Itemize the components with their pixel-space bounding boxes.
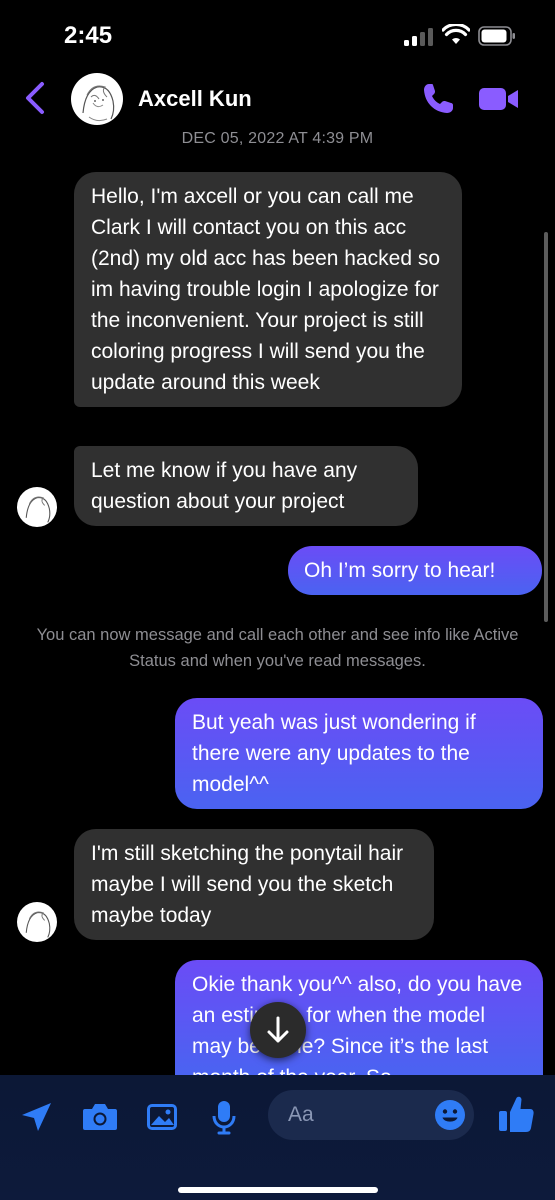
scrollbar[interactable] xyxy=(544,232,548,622)
status-bar: 2:45 xyxy=(0,0,555,70)
home-indicator xyxy=(178,1187,378,1193)
contact-avatar-small[interactable] xyxy=(17,487,57,527)
battery-icon xyxy=(478,26,515,46)
scroll-to-bottom-button[interactable] xyxy=(250,1002,306,1058)
message-bubble-outgoing[interactable]: Okie thank you^^ also, do you have an es… xyxy=(175,960,543,1075)
location-arrow-icon[interactable] xyxy=(18,1097,54,1137)
message-composer xyxy=(0,1075,555,1200)
contact-name[interactable]: Axcell Kun xyxy=(138,86,252,112)
message-input-pill[interactable] xyxy=(268,1090,474,1140)
status-time: 2:45 xyxy=(64,22,113,49)
date-divider: DEC 05, 2022 AT 4:39 PM xyxy=(181,130,374,147)
conversation-header: Axcell Kun xyxy=(0,70,555,130)
message-bubble-incoming[interactable]: I'm still sketching the ponytail hair ma… xyxy=(74,829,434,940)
audio-call-icon[interactable] xyxy=(420,81,456,117)
thumbs-up-icon[interactable] xyxy=(496,1093,536,1137)
arrow-down-icon xyxy=(267,1016,289,1043)
video-call-icon[interactable] xyxy=(478,84,520,114)
contact-avatar-small[interactable] xyxy=(17,902,57,942)
system-notice: You can now message and call each other … xyxy=(36,626,519,670)
message-bubble-outgoing[interactable]: But yeah was just wondering if there wer… xyxy=(175,698,543,809)
contact-avatar[interactable] xyxy=(71,73,123,125)
anime-sketch-avatar-icon xyxy=(25,496,51,523)
anime-sketch-avatar-icon xyxy=(82,85,115,122)
message-bubble-incoming[interactable]: Hello, I'm axcell or you can call me Cla… xyxy=(74,172,462,407)
camera-icon[interactable] xyxy=(80,1097,120,1137)
photo-icon[interactable] xyxy=(144,1097,180,1137)
message-bubble-outgoing[interactable]: Oh I’m sorry to hear! xyxy=(288,546,542,595)
message-input[interactable] xyxy=(288,1098,428,1132)
microphone-icon[interactable] xyxy=(209,1097,239,1137)
back-chevron-icon[interactable] xyxy=(22,80,50,116)
cellular-signal-icon xyxy=(404,28,436,46)
emoji-icon[interactable] xyxy=(434,1099,466,1131)
wifi-icon xyxy=(442,24,470,44)
anime-sketch-avatar-icon xyxy=(25,911,51,938)
message-bubble-incoming[interactable]: Let me know if you have any question abo… xyxy=(74,446,418,526)
